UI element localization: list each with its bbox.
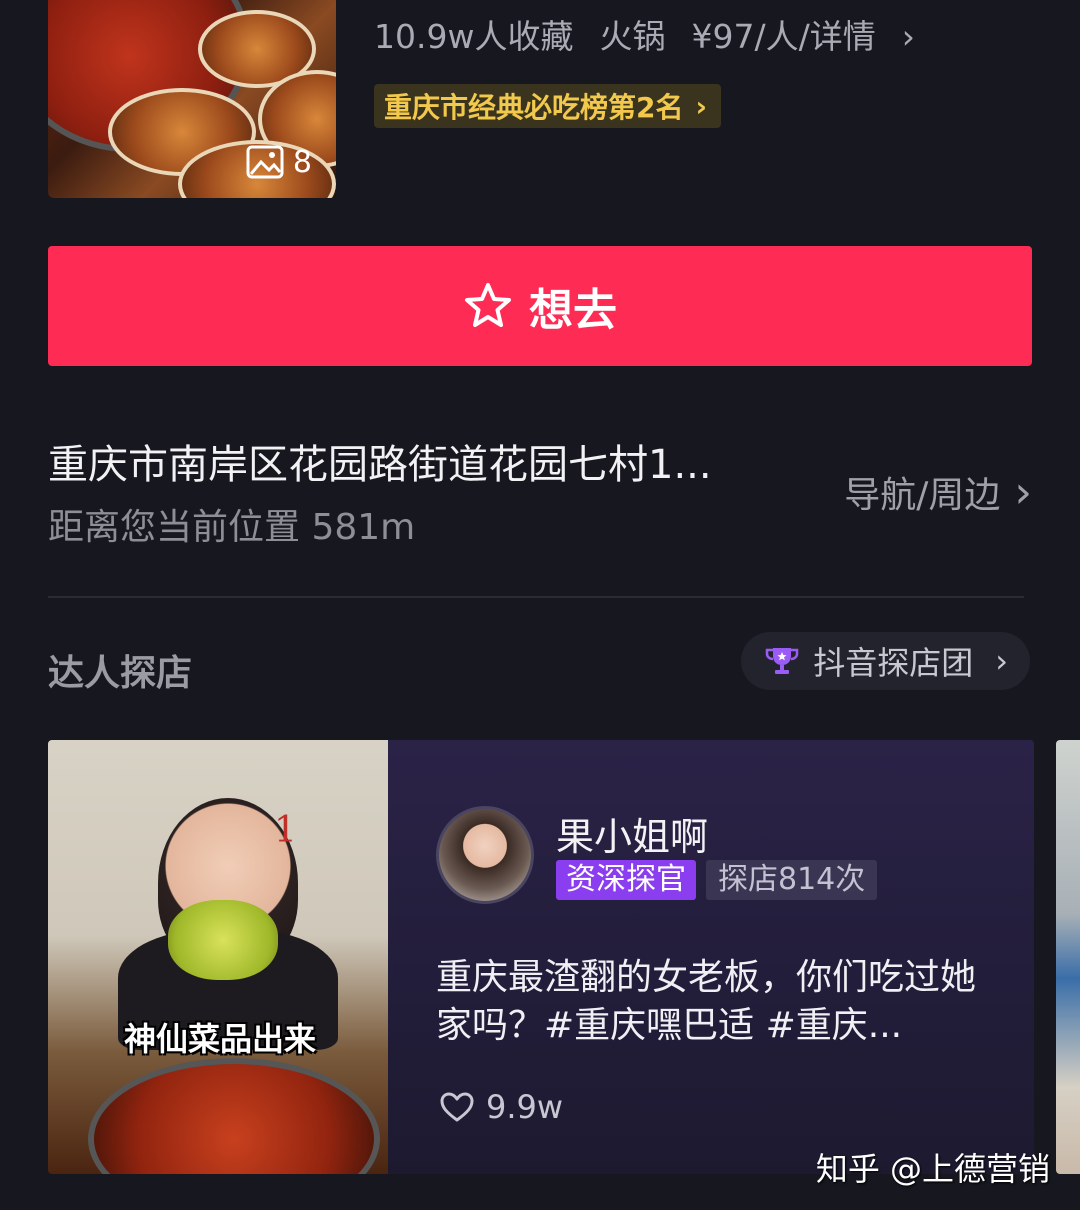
explore-team-label: 抖音探店团	[813, 644, 974, 682]
dish-image	[168, 900, 278, 980]
chevron-right-icon: ›	[1014, 466, 1032, 518]
chevron-right-icon: ›	[995, 642, 1008, 680]
divider	[48, 596, 1024, 598]
favorites-count: 10.9w人收藏	[374, 17, 574, 56]
rank-text: 重庆市经典必吃榜第2名	[384, 91, 684, 124]
author-name[interactable]: 果小姐啊	[556, 806, 708, 861]
explore-team-link[interactable]: 抖音探店团 ›	[741, 632, 1030, 690]
chevron-right-icon: ›	[695, 89, 708, 123]
hotpot-image	[88, 1058, 380, 1174]
section-title: 达人探店	[48, 653, 193, 694]
rank-badge[interactable]: 重庆市经典必吃榜第2名 ›	[374, 84, 722, 128]
photo-count: 8	[245, 144, 312, 180]
wall-number: 1	[274, 810, 297, 851]
level-badge: 资深探官	[556, 860, 696, 900]
watermark: 知乎 @上德营销	[815, 1150, 1050, 1188]
likes-count: 9.9w	[486, 1088, 564, 1126]
likes[interactable]: 9.9w	[440, 1088, 563, 1126]
next-video-card[interactable]	[1056, 740, 1080, 1174]
store-address[interactable]: 重庆市南岸区花园路街道花园七村1...	[48, 432, 748, 490]
avatar[interactable]	[436, 806, 534, 904]
visits-badge: 探店814次	[706, 860, 878, 900]
gallery-icon	[246, 145, 284, 179]
store-photo[interactable]: 8	[48, 0, 336, 198]
want-to-go-label: 想去	[529, 285, 617, 336]
navigation-label: 导航/周边	[844, 475, 1001, 516]
chevron-right-icon: ›	[901, 17, 915, 56]
heart-icon	[440, 1092, 474, 1122]
creator-video-card[interactable]: 1 神仙菜品出来 果小姐啊 资深探官 探店814次 重庆最渣翻的女老板，你们吃过…	[48, 740, 1034, 1174]
photo-count-number: 8	[292, 144, 312, 180]
want-to-go-button[interactable]: 想去	[48, 246, 1032, 366]
trophy-icon	[765, 648, 799, 674]
store-distance: 距离您当前位置 581m	[48, 507, 416, 548]
navigation-link[interactable]: 导航/周边 ›	[844, 466, 1032, 518]
thumbnail-caption: 神仙菜品出来	[124, 1020, 317, 1058]
star-icon	[465, 283, 511, 327]
video-description: 重庆最渣翻的女老板，你们吃过她家吗？#重庆嘿巴适 #重庆...	[436, 957, 977, 1046]
price-detail-link[interactable]: ¥97/人/详情	[691, 17, 875, 56]
store-category: 火锅	[599, 17, 666, 56]
video-thumbnail[interactable]: 1 神仙菜品出来	[48, 740, 388, 1174]
store-meta[interactable]: 10.9w人收藏 火锅 ¥97/人/详情 ›	[374, 10, 915, 58]
